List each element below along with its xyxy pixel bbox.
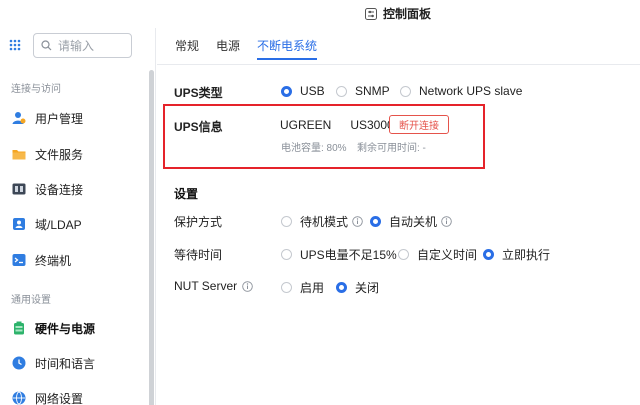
sidebar-item-device-connection[interactable]: 设备连接: [12, 176, 148, 202]
wait-immediate-radio[interactable]: 立即执行: [483, 246, 550, 263]
sidebar-item-label: 域/LDAP: [35, 217, 82, 232]
window-title: 控制面板: [383, 7, 432, 21]
info-icon[interactable]: [441, 216, 452, 227]
group-label-connection: 连接与访问: [11, 84, 61, 95]
control-panel-icon: [365, 7, 377, 20]
nut-disable-radio[interactable]: 关闭: [336, 279, 379, 296]
tab-general[interactable]: 常规: [175, 37, 199, 59]
radio-label: 自动关机: [389, 215, 438, 229]
sidebar-item-users[interactable]: 用户管理: [12, 105, 148, 131]
wait-time-label: 等待时间: [174, 248, 223, 262]
nut-server-label: NUT Server: [174, 279, 238, 293]
radio-label: SNMP: [355, 84, 390, 98]
radio-dot: [336, 85, 347, 97]
ups-info-label: UPS信息: [174, 120, 223, 134]
sidebar-item-label: 终端机: [35, 253, 72, 268]
globe-icon: [12, 391, 26, 405]
info-icon[interactable]: [242, 280, 253, 292]
sidebar-item-label: 文件服务: [35, 147, 84, 162]
clock-icon: [12, 356, 26, 370]
sidebar-item-network[interactable]: 网络设置: [12, 385, 148, 405]
radio-dot: [281, 216, 292, 227]
sidebar-item-time-language[interactable]: 时间和语言: [12, 350, 148, 376]
nut-server-label-wrap: NUT Server: [174, 279, 253, 293]
sidebar-item-domain-ldap[interactable]: 域/LDAP: [12, 211, 148, 237]
disconnect-button[interactable]: 断开连接: [389, 115, 449, 134]
sidebar-item-file-services[interactable]: 文件服务: [12, 141, 148, 167]
highlight-box: [163, 104, 485, 169]
ups-type-label: UPS类型: [174, 86, 223, 100]
battery-capacity: 电池容量: 80%: [281, 143, 347, 154]
radio-label: Network UPS slave: [419, 84, 523, 98]
device-icon: [12, 183, 26, 195]
sidebar-scrollbar[interactable]: [149, 70, 154, 405]
protect-standby-radio[interactable]: 待机模式: [281, 213, 363, 230]
tab-divider: [157, 64, 640, 65]
protect-mode-label: 保护方式: [174, 215, 223, 229]
apps-grid-icon[interactable]: [9, 39, 21, 51]
radio-label: UPS电量不足15%: [300, 248, 397, 262]
radio-label: USB: [300, 84, 325, 98]
sidebar-item-hardware-power[interactable]: 硬件与电源: [12, 315, 148, 341]
remaining-time: 剩余可用时间: -: [357, 143, 426, 154]
tab-power[interactable]: 电源: [216, 37, 240, 59]
ups-model: UGREEN US3000: [280, 118, 394, 132]
sidebar-item-label: 硬件与电源: [35, 321, 96, 336]
tab-bar: 常规 电源 不断电系统: [175, 37, 334, 60]
battery-icon: [14, 321, 24, 335]
search-icon: [41, 40, 52, 51]
radio-dot: [281, 85, 292, 97]
terminal-icon: [12, 254, 26, 266]
domain-icon: [13, 218, 25, 230]
sidebar-item-label: 网络设置: [35, 391, 84, 405]
radio-dot: [281, 282, 292, 293]
radio-dot: [281, 249, 292, 260]
settings-title: 设置: [174, 187, 199, 201]
radio-label: 待机模式: [300, 215, 349, 229]
sidebar-item-label: 用户管理: [35, 111, 84, 126]
user-icon: [12, 112, 26, 124]
radio-label: 启用: [300, 281, 325, 295]
sidebar: 连接与访问 用户管理 文件服务 设备连接 域/LDAP: [0, 28, 156, 405]
ups-type-snmp-radio[interactable]: SNMP: [336, 84, 390, 98]
sidebar-item-terminal[interactable]: 终端机: [12, 247, 148, 273]
folder-icon: [12, 150, 26, 160]
title-bar: 控制面板: [0, 0, 640, 28]
protect-auto-shutdown-radio[interactable]: 自动关机: [370, 213, 452, 230]
radio-label: 关闭: [355, 281, 380, 295]
tab-ups[interactable]: 不断电系统: [257, 37, 318, 60]
radio-label: 自定义时间: [417, 248, 478, 262]
ups-type-usb-radio[interactable]: USB: [281, 84, 325, 98]
radio-dot: [400, 85, 411, 97]
search-box[interactable]: [33, 33, 132, 58]
title-wrap: 控制面板: [365, 5, 431, 22]
sidebar-item-label: 设备连接: [35, 182, 84, 197]
wait-custom-time-radio[interactable]: 自定义时间: [398, 246, 477, 263]
radio-dot: [336, 282, 347, 293]
ups-type-network-slave-radio[interactable]: Network UPS slave: [400, 84, 522, 98]
radio-label: 立即执行: [502, 248, 551, 262]
radio-dot: [398, 249, 409, 260]
nut-enable-radio[interactable]: 启用: [281, 279, 324, 296]
radio-dot: [370, 216, 381, 227]
sidebar-item-label: 时间和语言: [35, 356, 96, 371]
info-icon[interactable]: [352, 216, 363, 227]
wait-low-battery-radio[interactable]: UPS电量不足15%: [281, 246, 397, 263]
search-input[interactable]: [58, 38, 118, 53]
radio-dot: [483, 249, 494, 260]
group-label-general: 通用设置: [11, 295, 51, 306]
